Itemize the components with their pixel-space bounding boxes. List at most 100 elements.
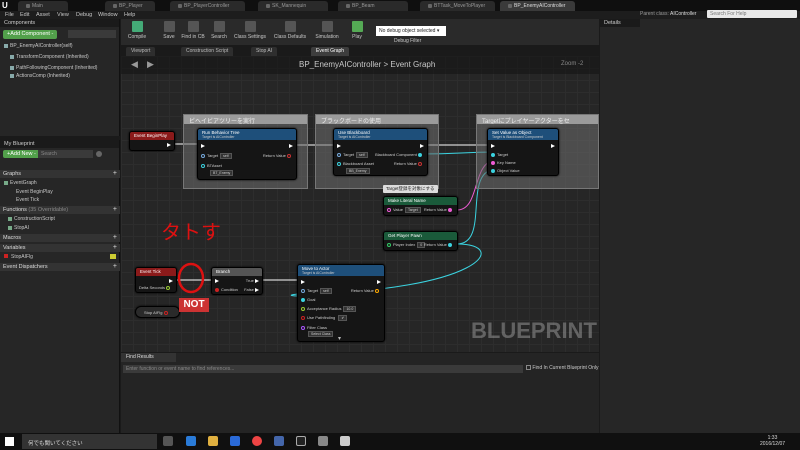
target-pin[interactable]: Target [491,152,508,157]
pin-default[interactable]: self [320,288,332,294]
node-run-behavior-tree[interactable]: Run Behavior Tree Target is AIController … [197,128,297,180]
debug-object-select[interactable]: No debug object selected ▾ [376,26,446,36]
taskbar-search-input[interactable]: 何でも聞いてください [22,434,157,449]
acceptance-radius-pin[interactable]: Acceptance Radius 10.0 [301,306,357,312]
find-results-input[interactable]: Enter function or event name to find ref… [123,365,523,373]
visibility-eye-icon[interactable] [110,254,116,259]
tab-bp-player[interactable]: BP_Player [105,1,155,11]
exec-out-pin[interactable] [289,143,293,148]
component-item[interactable]: TransformComponent (Inherited) [10,54,89,60]
variable-item[interactable]: StopAIFlg [4,254,33,260]
filter-class-pin[interactable]: Filter Class [301,325,327,330]
delta-seconds-pin[interactable]: Delta Seconds [139,285,172,290]
false-pin[interactable]: False [244,287,259,292]
condition-pin[interactable]: Condition [215,287,238,292]
return-pin[interactable]: Return Value [394,161,424,166]
menu-asset[interactable]: Asset [36,12,50,18]
pin-default[interactable]: Target [404,207,421,213]
return-pin[interactable]: Return Value [263,153,293,158]
tab-event-graph[interactable]: Event Graph [311,47,350,56]
functions-section[interactable]: Functions (35 Overridable) + [0,206,120,214]
btasset-pin[interactable]: BTAsset [201,163,222,168]
compile-button[interactable]: Compile [123,21,151,40]
exec-in-pin[interactable] [491,143,495,148]
tab-bp-beam[interactable]: BP_Beam [338,1,408,11]
task-view-icon[interactable] [163,436,173,446]
event-graph-item[interactable]: EventGraph [4,180,37,186]
event-graph-canvas[interactable]: ◀ ▶ BP_EnemyAIController > Event Graph Z… [121,56,599,352]
exec-out-pin[interactable] [169,278,173,283]
add-new-button[interactable]: +Add New - [3,150,40,158]
chrome-icon[interactable] [252,436,262,446]
app-icon[interactable] [318,436,328,446]
node-event-tick[interactable]: Event Tick Delta Seconds [135,267,177,293]
pin-default[interactable]: self [220,153,232,159]
add-component-button[interactable]: +Add Component - [3,30,58,39]
find-results-tab[interactable]: Find Results [121,353,176,362]
simulation-button[interactable]: Simulation [313,21,341,40]
exec-out-pin[interactable] [377,279,381,284]
blueprint-search-input[interactable]: Search [38,150,93,158]
find-in-cb-button[interactable]: Find in CB [179,21,207,40]
node-move-to-actor[interactable]: Move to Actor Target is AIController Targ… [297,264,385,342]
node-get-player-pawn[interactable]: Get Player Pawn Player Index 0 Return Val… [383,231,458,251]
eye-icon[interactable] [96,151,102,157]
node-branch[interactable]: Branch True Condition False [211,267,263,295]
return-pin[interactable]: Return Value [424,242,454,247]
play-button[interactable]: Play [343,21,371,40]
node-event-beginplay[interactable]: Event BeginPlay [129,131,175,151]
exec-in-pin[interactable] [215,278,219,283]
component-root[interactable]: BP_EnemyAIController(self) [4,43,73,49]
target-pin[interactable]: Target self [337,152,368,158]
app-icon[interactable] [340,436,350,446]
exec-out-pin[interactable] [551,143,555,148]
function-item[interactable]: StopAI [8,225,29,231]
blackboard-asset-pin[interactable]: Blackboard Asset [337,161,374,166]
exec-in-pin[interactable] [301,279,305,284]
add-dispatcher-icon[interactable]: + [113,263,117,270]
node-use-blackboard[interactable]: Use Blackboard Target is AIController Tar… [333,128,428,176]
tab-bttask-movetoplayer[interactable]: BTTask_MoveToPlayer [420,1,495,11]
windows-start-icon[interactable] [5,437,14,446]
menu-help[interactable]: Help [124,12,135,18]
node-make-literal-name[interactable]: Make Literal Name Value Target Return Val… [383,196,458,216]
unreal-engine-icon[interactable] [296,436,306,446]
component-item[interactable]: ActionsComp (Inherited) [10,73,70,79]
add-function-icon[interactable]: + [113,206,117,213]
player-index-pin[interactable]: Player Index 0 [387,242,426,248]
goal-pin[interactable]: Goal [301,297,315,302]
variables-section[interactable]: Variables + [0,244,120,252]
blackboard-component-pin[interactable]: Blackboard Component [375,152,424,157]
node-set-value-as-object[interactable]: Set Value as Object Target is Blackboard … [487,128,559,176]
add-macro-icon[interactable]: + [113,234,117,241]
key-name-pin[interactable]: Key Name [491,160,516,165]
pathfinding-checkbox[interactable]: ✔ [338,315,348,321]
tab-bp-enemyaicontroller[interactable]: BP_EnemyAIController [500,1,575,11]
tab-bp-playercontroller[interactable]: BP_PlayerController [170,1,245,11]
btasset-value[interactable]: BT_Enemy [208,170,234,176]
node-stop-ai-flag[interactable]: Stop AIFlg [135,306,180,318]
true-pin[interactable]: True [246,278,259,283]
event-dispatchers-section[interactable]: Event Dispatchers + [0,263,120,271]
pin-default[interactable]: 10.0 [343,306,357,312]
parent-class-value[interactable]: AIController [670,11,696,17]
tab-main[interactable]: Main [18,1,68,11]
component-item[interactable]: PathFollowingComponent (Inherited) [10,65,97,71]
find-current-only-checkbox[interactable]: Find In Current Blueprint Only [526,365,599,371]
target-pin[interactable]: Target self [301,288,332,294]
exec-out-pin[interactable] [167,142,171,147]
tab-stop-ai[interactable]: Stop AI [251,47,278,56]
exec-in-pin[interactable] [201,143,205,148]
taskbar-clock[interactable]: 1:33 2016/12/07 [760,435,785,447]
pin-default[interactable]: self [356,152,368,158]
macros-section[interactable]: Macros + [0,234,120,242]
tab-sk-mannequin[interactable]: SK_Mannequin [258,1,328,11]
use-pathfinding-pin[interactable]: Use Pathfinding ✔ [301,315,348,321]
class-defaults-button[interactable]: Class Defaults [273,21,307,40]
tab-viewport[interactable]: Viewport [126,47,156,56]
exec-out-pin[interactable] [420,143,424,148]
target-pin[interactable]: Target self [201,153,232,159]
menu-view[interactable]: View [57,12,69,18]
search-help-input[interactable]: Search For Help [707,10,797,18]
menu-file[interactable]: File [5,12,14,18]
